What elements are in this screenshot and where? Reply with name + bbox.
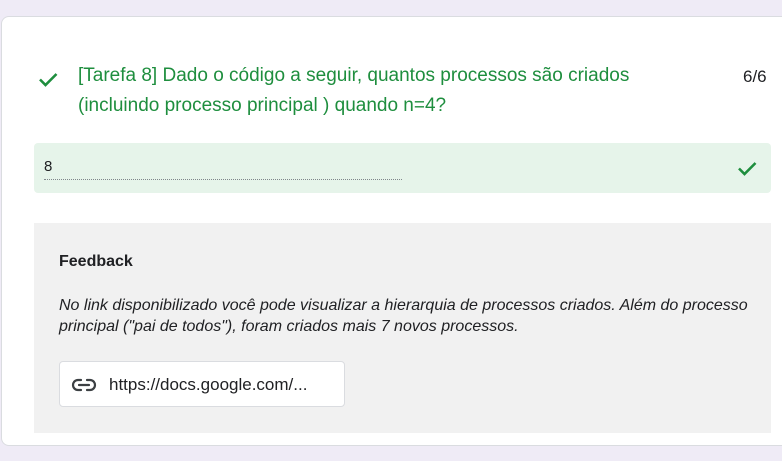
check-icon bbox=[39, 73, 58, 87]
question-title: [Tarefa 8] Dado o código a seguir, quant… bbox=[78, 65, 630, 116]
feedback-text: No link disponibilizado você pode visual… bbox=[59, 297, 748, 335]
feedback-link-label[interactable]: https://docs.google.com/... bbox=[109, 375, 307, 395]
feedback-panel: Feedback No link disponibilizado você po… bbox=[34, 223, 771, 433]
link-icon bbox=[71, 378, 97, 392]
score-label: 6/6 bbox=[743, 67, 767, 86]
answer-underline bbox=[44, 179, 402, 180]
answer-box: 8 bbox=[34, 143, 771, 193]
feedback-title: Feedback bbox=[59, 253, 133, 270]
answer-value: 8 bbox=[44, 158, 53, 175]
feedback-link[interactable]: https://docs.google.com/... bbox=[59, 361, 345, 407]
question-card: [Tarefa 8] Dado o código a seguir, quant… bbox=[1, 16, 782, 446]
check-icon bbox=[738, 162, 757, 176]
